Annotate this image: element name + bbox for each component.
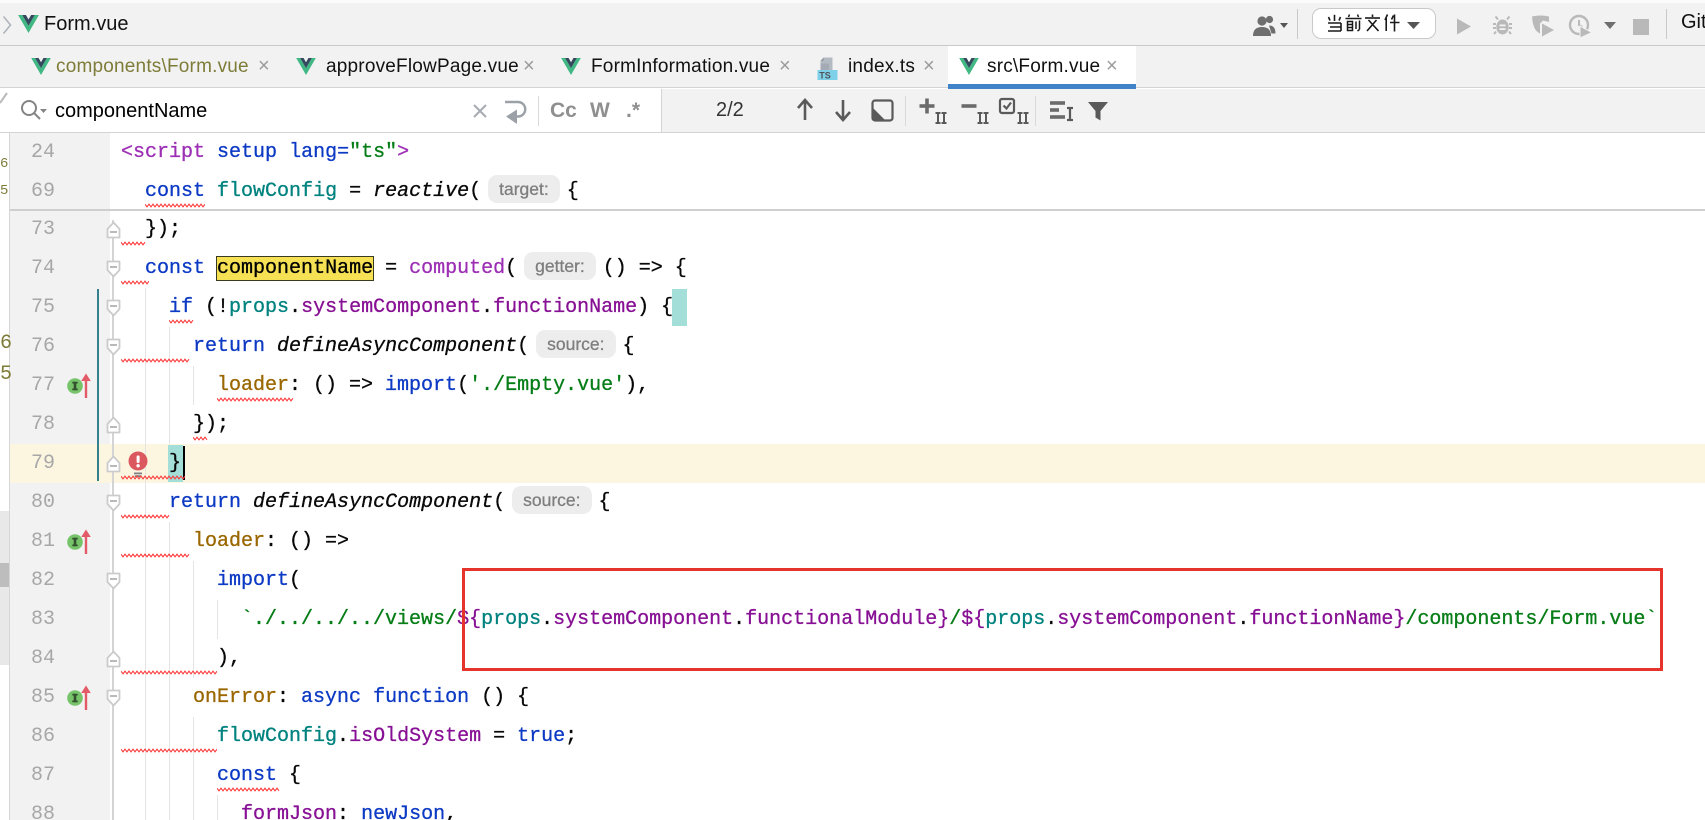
- svg-text:TS: TS: [819, 71, 831, 81]
